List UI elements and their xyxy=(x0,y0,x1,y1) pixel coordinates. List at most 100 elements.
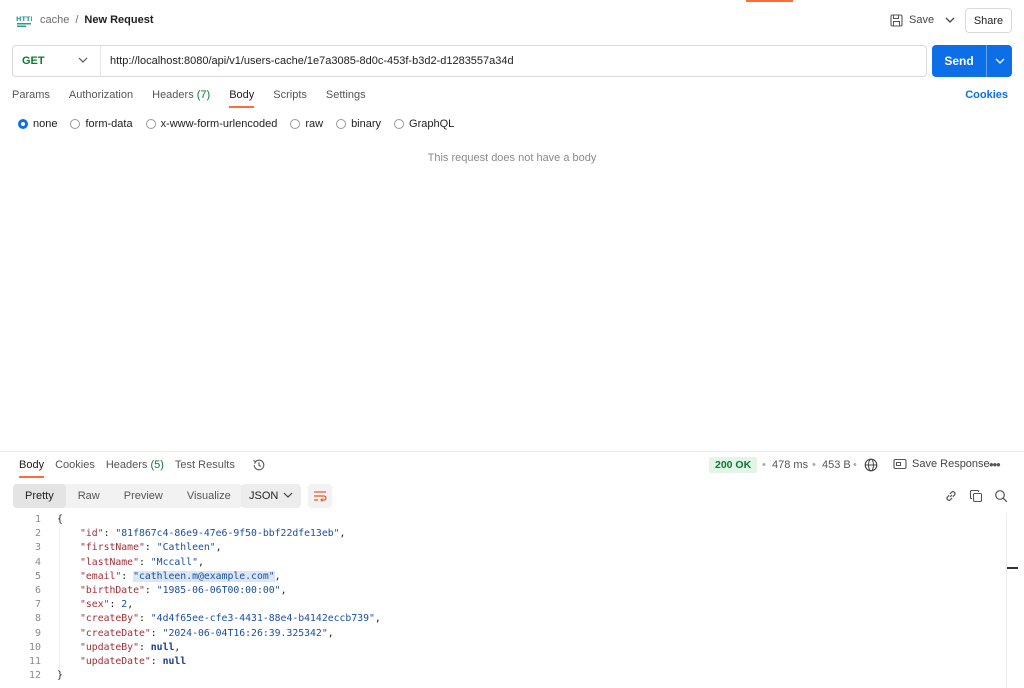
save-response-button[interactable]: Save Response xyxy=(893,458,990,470)
json-key: "createBy" xyxy=(80,613,139,625)
request-name[interactable]: New Request xyxy=(84,14,153,26)
json-key: "birthDate" xyxy=(80,584,145,596)
json-key: "updateDate" xyxy=(80,655,151,667)
json-key: "createDate" xyxy=(80,627,151,639)
code-line: 7 "sex": 2, xyxy=(0,598,1006,612)
response-headers-count: (5) xyxy=(150,459,164,471)
view-pretty[interactable]: Pretty xyxy=(13,484,66,508)
radio[interactable] xyxy=(290,119,301,129)
json-comma: , xyxy=(280,584,287,596)
send-label: Send xyxy=(944,54,974,68)
tab-label: Params xyxy=(12,89,50,101)
globe-icon[interactable] xyxy=(864,458,878,472)
view-preview[interactable]: Preview xyxy=(112,484,175,508)
json-brace: } xyxy=(57,670,63,682)
response-size[interactable]: 453 B xyxy=(822,459,851,471)
response-tab-cookies[interactable]: Cookies xyxy=(55,459,95,477)
url-input[interactable] xyxy=(101,46,926,76)
chevron-down-icon xyxy=(945,17,955,23)
link-icon[interactable] xyxy=(944,489,958,503)
response-tab-headers[interactable]: Headers (5) xyxy=(106,459,164,477)
response-body-editor[interactable]: 1{2 "id": "81f867c4-86e9-47e6-9f50-bbf22d… xyxy=(0,513,1006,683)
history-icon[interactable] xyxy=(252,458,266,472)
json-comma: , xyxy=(327,627,334,639)
json-key: "lastName" xyxy=(80,556,139,568)
view-raw[interactable]: Raw xyxy=(66,484,112,508)
body-type-raw[interactable]: raw xyxy=(290,118,323,130)
radio-label: binary xyxy=(351,118,382,130)
request-header: HTTP cache / New Request Save Share xyxy=(0,0,1024,40)
radio-checked[interactable] xyxy=(18,119,28,129)
save-button[interactable]: Save xyxy=(890,9,934,31)
wrap-lines-button[interactable] xyxy=(308,484,332,508)
json-key: "email" xyxy=(80,570,122,582)
breadcrumb-collection[interactable]: cache xyxy=(40,14,69,26)
code-line: 1{ xyxy=(0,513,1006,527)
line-number: 11 xyxy=(28,655,41,667)
request-tabs: Params Authorization Headers (7) Body Sc… xyxy=(12,89,385,108)
svg-text:HTTP: HTTP xyxy=(16,15,32,23)
line-number: 12 xyxy=(28,670,41,682)
body-type-graphql[interactable]: GraphQL xyxy=(394,118,454,130)
json-value: "1985-06-06T00:00:00" xyxy=(156,584,281,596)
json-value: "2024-06-04T16:26:39.325342" xyxy=(162,627,328,639)
tab-params[interactable]: Params xyxy=(12,89,50,107)
line-number: 7 xyxy=(34,599,41,611)
line-number: 1 xyxy=(34,514,41,525)
method-select[interactable]: GET xyxy=(13,46,101,76)
meta-separator: • xyxy=(812,459,816,471)
response-tab-body[interactable]: Body xyxy=(19,459,45,478)
json-value: "Cathleen" xyxy=(156,542,216,554)
body-type-urlencoded[interactable]: x-www-form-urlencoded xyxy=(145,118,278,130)
json-value: null xyxy=(162,655,187,667)
panel-divider[interactable] xyxy=(0,451,1024,452)
tab-settings[interactable]: Settings xyxy=(326,89,366,107)
tab-body[interactable]: Body xyxy=(229,89,255,108)
breadcrumb-separator: / xyxy=(75,14,79,26)
radio-label: none xyxy=(33,118,58,130)
json-value: "81f867c4-86e9-47e6-9f50-bbf22dfe13eb" xyxy=(115,528,340,540)
radio[interactable] xyxy=(336,119,347,129)
line-number: 2 xyxy=(34,528,41,540)
search-icon[interactable] xyxy=(994,489,1008,503)
radio[interactable] xyxy=(70,119,81,129)
send-options-button[interactable] xyxy=(987,58,1012,64)
format-select[interactable]: JSON xyxy=(241,484,301,508)
response-tab-test-results[interactable]: Test Results xyxy=(175,459,235,477)
cookies-link[interactable]: Cookies xyxy=(965,89,1008,101)
tab-label: Settings xyxy=(325,89,366,101)
copy-icon[interactable] xyxy=(969,489,983,503)
share-button[interactable]: Share xyxy=(965,8,1012,33)
code-line: 6 "birthDate": "1985-06-06T00:00:00", xyxy=(0,584,1006,598)
tab-label: Cookies xyxy=(55,459,95,471)
scrollbar-marker xyxy=(1007,567,1018,569)
body-type-binary[interactable]: binary xyxy=(336,118,381,130)
tab-headers[interactable]: Headers (7) xyxy=(152,89,210,107)
radio[interactable] xyxy=(394,119,405,129)
tab-authorization[interactable]: Authorization xyxy=(69,89,133,107)
send-button[interactable]: Send xyxy=(932,45,1012,77)
radio-label: form-data xyxy=(85,118,133,130)
save-options-button[interactable] xyxy=(939,9,961,31)
view-visualize[interactable]: Visualize xyxy=(175,484,243,508)
status-badge[interactable]: 200 OK xyxy=(709,457,758,473)
line-number: 6 xyxy=(34,584,41,596)
json-comma: , xyxy=(374,613,381,625)
radio-label: raw xyxy=(305,118,324,130)
json-comma: , xyxy=(215,542,222,554)
radio[interactable] xyxy=(145,119,156,129)
code-line: 3 "firstName": "Cathleen", xyxy=(0,541,1006,555)
line-number: 9 xyxy=(34,627,41,639)
tab-scripts[interactable]: Scripts xyxy=(273,89,307,107)
radio-label: x-www-form-urlencoded xyxy=(160,118,278,130)
tab-label: Headers xyxy=(105,459,148,471)
editor-scrollbar[interactable] xyxy=(1006,513,1007,688)
body-type-none[interactable]: none xyxy=(18,118,57,130)
code-line: 10 "updateBy": null, xyxy=(0,641,1006,655)
more-options-icon[interactable]: ••• xyxy=(989,457,1001,472)
line-number: 5 xyxy=(34,570,41,582)
code-text: "sex": 2, xyxy=(80,599,134,611)
save-response-label: Save Response xyxy=(912,458,990,470)
body-type-form-data[interactable]: form-data xyxy=(70,118,133,130)
response-time[interactable]: 478 ms xyxy=(772,459,808,471)
